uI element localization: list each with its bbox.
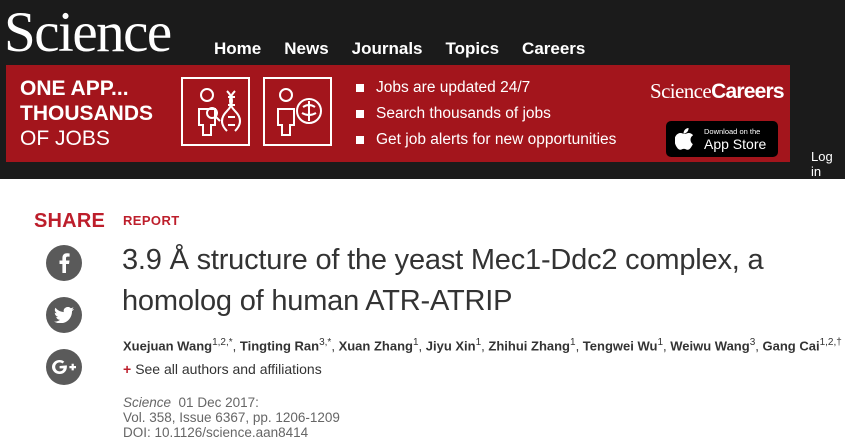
nav-journals[interactable]: Journals [352, 38, 423, 60]
author-affiliation-ref: 1,2,* [212, 337, 233, 348]
bullet-item: Jobs are updated 24/7 [356, 75, 616, 101]
citation-line: Science 01 Dec 2017: [123, 395, 340, 410]
see-affiliations-link[interactable]: + See all authors and affiliations [123, 361, 322, 377]
bullet-item: Search thousands of jobs [356, 101, 616, 127]
author-name[interactable]: Weiwu Wang [670, 338, 749, 353]
publish-date: 01 Dec 2017: [178, 395, 259, 410]
main-nav: Home News Journals Topics Careers [214, 38, 608, 60]
affiliations-text: See all authors and affiliations [135, 361, 322, 377]
share-label: SHARE [34, 210, 106, 232]
nav-topics[interactable]: Topics [446, 38, 500, 60]
careers-app-banner[interactable]: ONE APP... THOUSANDS OF JOBS Jobs are up… [6, 65, 790, 162]
banner-line-2: THOUSANDS [20, 102, 154, 125]
bullet-item: Get job alerts for new opportunities [356, 127, 616, 153]
banner-bullets: Jobs are updated 24/7 Search thousands o… [356, 75, 616, 153]
app-store-button[interactable]: Download on the App Store [666, 121, 778, 157]
nav-news[interactable]: News [284, 38, 328, 60]
journal-name: Science [123, 395, 172, 410]
bullet-text: Get job alerts for new opportunities [376, 131, 617, 148]
author-name[interactable]: Xuejuan Wang [123, 338, 212, 353]
article-type-label: REPORT [123, 213, 180, 228]
banner-headline: ONE APP... THOUSANDS OF JOBS [20, 76, 153, 151]
bullet-square-icon [356, 84, 364, 92]
bullet-square-icon [356, 136, 364, 144]
brand-bold-part: Careers [711, 80, 784, 103]
top-bar: Science Home News Journals Topics Career… [0, 0, 845, 179]
bullet-text: Search thousands of jobs [376, 105, 551, 122]
science-logo[interactable]: Science [4, 0, 172, 68]
bullet-text: Jobs are updated 24/7 [376, 79, 531, 96]
scientist-dna-icon [181, 77, 250, 146]
author-affiliation-ref: 1,2,† [819, 337, 842, 348]
nav-home[interactable]: Home [214, 38, 261, 60]
citation-block: Science 01 Dec 2017: Vol. 358, Issue 636… [123, 395, 340, 440]
nav-careers[interactable]: Careers [522, 38, 585, 60]
appstore-big-text: App Store [704, 136, 767, 152]
author-name[interactable]: Tengwei Wu [583, 338, 658, 353]
science-careers-brand: ScienceCareers [650, 79, 785, 104]
author-name[interactable]: Xuan Zhang [339, 338, 413, 353]
plus-icon: + [123, 361, 132, 377]
facebook-icon [59, 253, 70, 273]
article-title: 3.9 Å structure of the yeast Mec1-Ddc2 c… [122, 244, 764, 317]
volume-info: Vol. 358, Issue 6367, pp. 1206-1209 [123, 410, 340, 425]
appstore-small-text: Download on the [704, 127, 761, 136]
banner-line-3: OF JOBS [20, 127, 110, 150]
scientist-brain-icon [263, 77, 332, 146]
google-plus-share-button[interactable] [46, 349, 82, 385]
author-name[interactable]: Tingting Ran [240, 338, 319, 353]
google-plus-icon [52, 360, 76, 374]
author-name[interactable]: Gang Cai [762, 338, 819, 353]
doi-info[interactable]: DOI: 10.1126/science.aan8414 [123, 425, 340, 440]
facebook-share-button[interactable] [46, 245, 82, 281]
twitter-share-button[interactable] [46, 297, 82, 333]
author-affiliation-ref: 3,* [319, 337, 332, 348]
brand-serif-part: Science [650, 79, 712, 103]
author-name[interactable]: Zhihui Zhang [488, 338, 570, 353]
author-name[interactable]: Jiyu Xin [426, 338, 476, 353]
twitter-icon [54, 307, 74, 323]
apple-icon [675, 128, 694, 150]
banner-line-1: ONE APP... [20, 77, 129, 100]
author-list: Xuejuan Wang1,2,*, Tingting Ran3,*, Xuan… [123, 337, 842, 354]
bullet-square-icon [356, 110, 364, 118]
login-link[interactable]: Log in [811, 149, 845, 179]
